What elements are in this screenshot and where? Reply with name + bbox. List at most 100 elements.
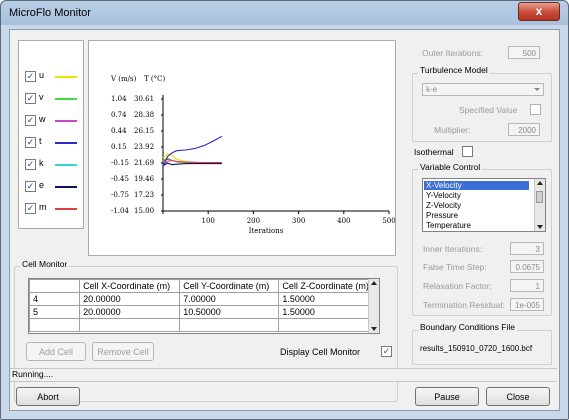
legend-t-label: t (39, 136, 42, 146)
legend-panel: ✓ u ✓ v ✓ w ✓ t ✓ k ✓ e ✓ m (18, 40, 84, 229)
y-tick-label-velocity: 0.15 (111, 143, 127, 151)
x-axis-label: Iterations (249, 227, 284, 235)
cell-x[interactable]: 20.00000 (79, 292, 181, 306)
termination-residual-field[interactable]: 1e-005 (510, 298, 544, 311)
legend-u-swatch (55, 76, 77, 78)
window-close-button[interactable]: x (518, 2, 560, 21)
variable-listbox[interactable]: X-Velocity Y-Velocity Z-Velocity Pressur… (422, 178, 546, 232)
cell-monitor-title: Cell Monitor (20, 259, 70, 269)
table-row[interactable]: 4 20.00000 7.00000 1.50000 (29, 292, 379, 306)
x-tick-label: 200 (247, 217, 260, 225)
false-time-step-field[interactable]: 0.0675 (510, 260, 544, 273)
cell-y[interactable]: 10.50000 (179, 305, 280, 319)
y-tick-label-velocity: -1.04 (111, 207, 129, 215)
cell-z[interactable]: 1.50000 (278, 305, 379, 319)
table-row-empty[interactable] (29, 318, 379, 332)
title-bar: MicroFlo Monitor x (1, 1, 568, 25)
legend-e-label: e (39, 180, 45, 190)
variable-item-temperature[interactable]: Temperature (424, 221, 541, 230)
client-area: ✓ u ✓ v ✓ w ✓ t ✓ k ✓ e ✓ m V (m/s) T (°… (9, 29, 560, 411)
col-header-z[interactable]: Cell Z-Coordinate (m) (278, 279, 379, 293)
boundary-conditions-file: results_150910_0720_1600.bcf (420, 344, 533, 353)
y-tick-label-velocity: -0.45 (111, 175, 129, 183)
table-row[interactable]: 5 20.00000 10.50000 1.50000 (29, 305, 379, 319)
legend-v-checkbox[interactable]: ✓ (25, 93, 36, 104)
col-header-y[interactable]: Cell Y-Coordinate (m) (179, 279, 280, 293)
cell-table-header: Cell X-Coordinate (m) Cell Y-Coordinate … (29, 279, 379, 293)
x-tick-label: 400 (337, 217, 350, 225)
cell-z[interactable]: 1.50000 (278, 292, 379, 306)
legend-u-checkbox[interactable]: ✓ (25, 71, 36, 82)
false-time-step-label: False Time Step: (423, 262, 487, 272)
cell-index[interactable]: 4 (29, 292, 81, 306)
relaxation-factor-field[interactable]: 1 (510, 279, 544, 292)
y-tick-label-temperature: 21.69 (134, 159, 154, 167)
legend-k-checkbox[interactable]: ✓ (25, 159, 36, 170)
legend-m-checkbox[interactable]: ✓ (25, 203, 36, 214)
variable-item-pressure[interactable]: Pressure (424, 211, 541, 220)
col-header-x[interactable]: Cell X-Coordinate (m) (79, 279, 181, 293)
close-label: Close (506, 392, 530, 402)
scroll-up-icon[interactable] (537, 181, 543, 185)
multiplier-field[interactable]: 2000 (508, 123, 540, 136)
legend-v-label: v (39, 92, 44, 102)
termination-residual-label: Termination Residual: (423, 300, 505, 310)
variable-control-title: Variable Control (418, 162, 483, 172)
turbulence-model-value: k-e (426, 85, 438, 94)
cell-table-scrollbar[interactable] (368, 279, 379, 333)
outer-iterations-label: Outer Iterations: (422, 48, 483, 58)
inner-iterations-field[interactable]: 3 (510, 242, 544, 255)
relaxation-factor-label: Relaxation Factor: (423, 281, 492, 291)
y-tick-label-temperature: 15.00 (134, 207, 154, 215)
y-tick-label-velocity: 1.04 (111, 95, 127, 103)
pause-button[interactable]: Pause (415, 387, 479, 406)
scroll-thumb[interactable] (536, 191, 543, 203)
col-header-index (29, 279, 81, 293)
cell-x[interactable]: 20.00000 (79, 305, 181, 319)
add-cell-label: Add Cell (38, 347, 74, 357)
variable-item-z-velocity[interactable]: Z-Velocity (424, 201, 541, 210)
y-tick-label-velocity: -0.75 (111, 191, 129, 199)
scroll-up-icon[interactable] (371, 281, 377, 285)
abort-button[interactable]: Abort (16, 387, 80, 406)
cell-y[interactable]: 7.00000 (179, 292, 280, 306)
isothermal-checkbox[interactable] (462, 146, 473, 157)
turbulence-model-title: Turbulence Model (418, 65, 490, 75)
specified-value-checkbox[interactable] (530, 104, 541, 115)
legend-w-checkbox[interactable]: ✓ (25, 115, 36, 126)
scroll-down-icon[interactable] (537, 225, 543, 229)
x-tick-label: 100 (202, 217, 215, 225)
cell-index[interactable]: 5 (29, 305, 81, 319)
legend-e-checkbox[interactable]: ✓ (25, 181, 36, 192)
legend-t-swatch (55, 142, 77, 144)
legend-k-label: k (39, 158, 44, 168)
remove-cell-button[interactable]: Remove Cell (92, 342, 154, 361)
multiplier-label: Multiplier: (434, 125, 471, 135)
turbulence-model-select[interactable]: k-e (422, 83, 544, 96)
legend-u-label: u (39, 70, 45, 80)
legend-v-swatch (55, 98, 77, 100)
isothermal-label: Isothermal (414, 147, 454, 157)
display-cell-monitor-checkbox[interactable]: ✓ (381, 346, 392, 357)
y-tick-label-temperature: 26.15 (134, 127, 154, 135)
legend-k-swatch (55, 164, 77, 166)
legend-w-swatch (55, 120, 77, 122)
legend-m-swatch (55, 208, 77, 210)
variable-item-y-velocity[interactable]: Y-Velocity (424, 191, 541, 200)
outer-iterations-field[interactable]: 500 (508, 46, 540, 59)
legend-m-label: m (39, 202, 47, 212)
legend-t-checkbox[interactable]: ✓ (25, 137, 36, 148)
close-button[interactable]: Close (486, 387, 550, 406)
residual-chart: V (m/s) T (°C) 1.04 30.61 0.74 28.38 0.44 26.15… (110, 75, 395, 235)
series-line-u (162, 153, 222, 164)
variable-item-x-velocity[interactable]: X-Velocity (424, 181, 529, 190)
remove-cell-label: Remove Cell (97, 347, 149, 357)
variable-listbox-scrollbar[interactable] (534, 179, 545, 231)
y-tick-label-velocity: 0.44 (111, 127, 127, 135)
legend-w-label: w (39, 114, 46, 124)
add-cell-button[interactable]: Add Cell (26, 342, 86, 361)
y-tick-label-velocity: 0.74 (111, 111, 127, 119)
y-tick-label-temperature: 28.38 (134, 111, 154, 119)
status-text: Running.... (12, 369, 54, 379)
scroll-down-icon[interactable] (371, 327, 377, 331)
